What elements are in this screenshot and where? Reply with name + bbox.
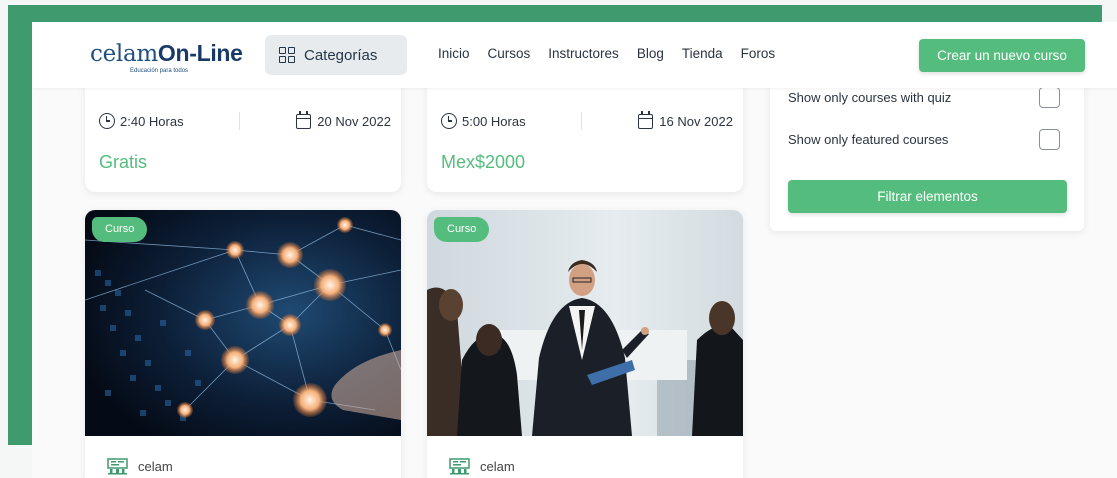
logo-online-text: On-Line <box>157 40 243 66</box>
course-type-badge: Curso <box>92 217 148 242</box>
author-name: celam <box>138 459 173 474</box>
page: celamOn-Line Educación para todos Catego… <box>32 22 1117 478</box>
filter-option-label: Show only courses with quiz <box>788 90 952 105</box>
divider <box>239 112 241 130</box>
date-text: 20 Nov 2022 <box>317 113 391 129</box>
course-author[interactable]: celam <box>449 458 515 475</box>
filter-option-label: Show only featured courses <box>788 132 949 147</box>
main-nav: Inicio Cursos Instructores Blog Tienda F… <box>438 46 775 61</box>
course-price: Gratis <box>99 152 148 172</box>
calendar-icon <box>638 110 654 129</box>
instructor-icon <box>107 458 128 475</box>
date: 20 Nov 2022 <box>296 110 391 129</box>
filter-option-quiz[interactable]: Show only courses with quiz <box>788 87 1060 108</box>
nav-item-tienda[interactable]: Tienda <box>682 46 723 61</box>
date-text: 16 Nov 2022 <box>659 113 733 129</box>
instructor-icon <box>449 458 470 475</box>
course-thumbnail[interactable]: Curso <box>427 210 743 436</box>
calendar-icon <box>296 110 312 129</box>
course-type-badge: Curso <box>434 217 490 242</box>
duration-text: 5:00 Horas <box>462 113 526 129</box>
nav-item-cursos[interactable]: Cursos <box>488 46 531 61</box>
duration: 5:00 Horas <box>441 113 526 129</box>
duration-text: 2:40 Horas <box>120 113 184 129</box>
site-header: celamOn-Line Educación para todos Catego… <box>32 22 1117 88</box>
grid-icon <box>279 47 295 63</box>
create-course-button[interactable]: Crear un nuevo curso <box>919 39 1085 72</box>
clock-icon <box>99 113 115 129</box>
logo-text: celamOn-Line <box>90 40 243 67</box>
presentation-image <box>427 210 743 436</box>
course-meta: 2:40 Horas 20 Nov 2022 <box>99 110 391 130</box>
duration: 2:40 Horas <box>99 113 184 129</box>
date: 16 Nov 2022 <box>638 110 733 129</box>
nav-item-foros[interactable]: Foros <box>741 46 776 61</box>
course-thumbnail[interactable]: Curso <box>85 210 401 436</box>
clock-icon <box>441 113 457 129</box>
author-name: celam <box>480 459 515 474</box>
nav-item-instructores[interactable]: Instructores <box>548 46 619 61</box>
divider <box>581 112 583 130</box>
filter-option-featured[interactable]: Show only featured courses <box>788 129 1060 150</box>
course-card[interactable]: Curso celam <box>85 210 401 478</box>
nav-item-inicio[interactable]: Inicio <box>438 46 470 61</box>
site-logo[interactable]: celamOn-Line Educación para todos <box>90 40 243 74</box>
course-meta: 5:00 Horas 16 Nov 2022 <box>441 110 733 130</box>
categories-button[interactable]: Categorías <box>265 35 407 75</box>
featured-checkbox[interactable] <box>1039 129 1060 150</box>
filter-button[interactable]: Filtrar elementos <box>788 180 1067 213</box>
quiz-checkbox[interactable] <box>1039 87 1060 108</box>
categories-label: Categorías <box>304 46 378 64</box>
logo-main-text: celam <box>90 41 158 67</box>
nav-item-blog[interactable]: Blog <box>637 46 664 61</box>
course-author[interactable]: celam <box>107 458 173 475</box>
course-card[interactable]: Curso celam <box>427 210 743 478</box>
network-image <box>85 210 401 436</box>
course-price: Mex$2000 <box>441 152 526 172</box>
logo-tagline: Educación para todos <box>130 68 189 74</box>
